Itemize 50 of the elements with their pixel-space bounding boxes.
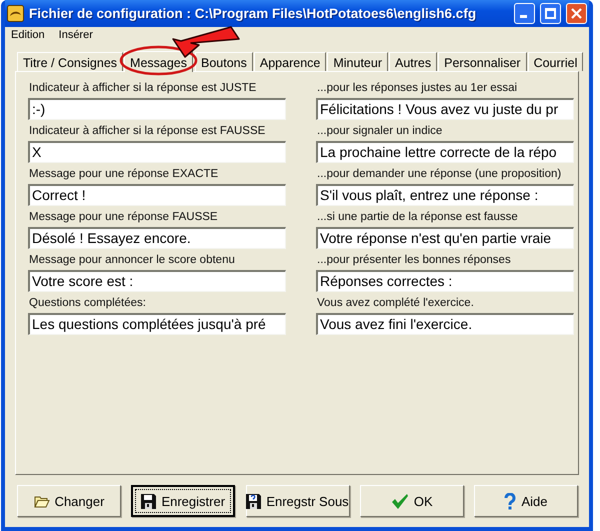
checkmark-icon xyxy=(390,494,409,508)
window-title: Fichier de configuration : C:\Program Files\HotPotatoes6\english6.cfg xyxy=(29,6,478,21)
text-field[interactable]: Désolé ! Essayez encore. xyxy=(28,227,286,249)
field-label: ...pour les réponses justes au 1er essai xyxy=(316,82,518,94)
close-button[interactable] xyxy=(566,3,587,24)
maximize-icon xyxy=(545,8,556,19)
text-field[interactable]: La prochaine lettre correcte de la répo xyxy=(316,141,574,163)
dialog-button[interactable]: Changer xyxy=(17,485,121,517)
field-label: Message pour annoncer le score obtenu xyxy=(28,254,236,266)
tab[interactable]: Courriel xyxy=(528,52,584,71)
text-field[interactable]: S'il vous plaît, entrez une réponse : xyxy=(316,184,574,206)
tab[interactable]: Boutons xyxy=(195,52,253,71)
tab[interactable]: Autres xyxy=(389,52,438,71)
dialog-button[interactable]: Enregstr Sous xyxy=(246,485,350,517)
text-field[interactable]: Votre réponse n'est qu'en partie vraie xyxy=(316,227,574,249)
dialog-button[interactable]: OK xyxy=(360,485,464,517)
question-mark-icon xyxy=(504,492,516,510)
floppy-disk-question-icon xyxy=(246,494,262,508)
text-field[interactable]: Réponses correctes : xyxy=(316,270,574,292)
tab[interactable]: Personnaliser xyxy=(438,52,527,71)
field-label: ...pour signaler un indice xyxy=(316,125,444,137)
text-field[interactable]: Vous avez fini l'exercice. xyxy=(316,313,574,335)
menu-item[interactable]: Insérer xyxy=(58,29,93,43)
text-field[interactable]: X xyxy=(28,141,286,163)
text-field[interactable]: Votre score est : xyxy=(28,270,286,292)
menu-item[interactable]: Edition xyxy=(11,29,45,43)
maximize-button[interactable] xyxy=(540,3,561,24)
arrow-annotation xyxy=(172,26,240,58)
dialog-button[interactable]: Enregistrer xyxy=(131,485,236,517)
folder-icon xyxy=(34,494,50,508)
field-label: ...pour demander une réponse (une proposition) xyxy=(316,168,562,180)
text-field[interactable]: Félicitations ! Vous avez vu juste du pr xyxy=(316,98,574,120)
field-label: Indicateur à afficher si la réponse est JUSTE xyxy=(28,82,258,94)
close-icon xyxy=(571,8,582,19)
tab[interactable]: Apparence xyxy=(254,52,326,71)
tab[interactable]: Minuteur xyxy=(327,52,388,71)
minimize-button[interactable] xyxy=(514,3,535,24)
app-icon xyxy=(7,5,24,22)
text-field[interactable]: :-) xyxy=(28,98,286,120)
field-label: Questions complétées: xyxy=(28,297,147,309)
field-label: ...pour présenter les bonnes réponses xyxy=(316,254,512,266)
field-label: ...si une partie de la réponse est fausse xyxy=(316,211,519,223)
text-field[interactable]: Correct ! xyxy=(28,184,286,206)
field-label: Vous avez complété l'exercice. xyxy=(316,297,475,309)
field-label: Indicateur à afficher si la réponse est FAUSSE xyxy=(28,125,266,137)
field-label: Message pour une réponse FAUSSE xyxy=(28,211,219,223)
dialog-button[interactable]: Aide xyxy=(474,485,578,517)
field-label: Message pour une réponse EXACTE xyxy=(28,168,220,180)
tab[interactable]: Titre / Consignes xyxy=(17,52,124,71)
text-field[interactable]: Les questions complétées jusqu'à pré xyxy=(28,313,286,335)
